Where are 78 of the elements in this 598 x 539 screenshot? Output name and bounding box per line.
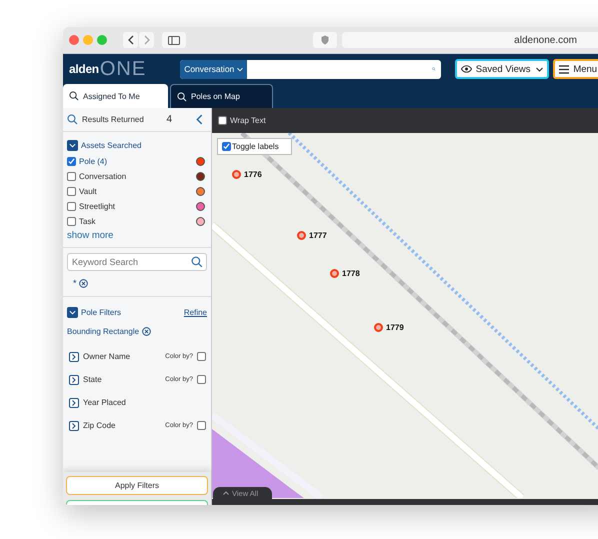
shield-button[interactable] xyxy=(313,32,337,48)
filter-label: Year Placed xyxy=(83,398,126,407)
checkbox[interactable] xyxy=(67,172,76,181)
expand-toggle[interactable] xyxy=(69,420,79,430)
asset-label: Streetlight xyxy=(79,202,116,211)
pole-marker-icon[interactable] xyxy=(330,269,339,278)
tab[interactable]: Assigned To Me xyxy=(63,84,168,108)
menu-icon xyxy=(559,64,570,74)
chevron-right-icon xyxy=(72,422,76,428)
shield-icon xyxy=(321,35,329,45)
keyword-label: * xyxy=(73,278,77,288)
close-icon[interactable] xyxy=(69,35,79,45)
results-count: 4 xyxy=(166,114,172,125)
clear-icon[interactable] xyxy=(78,278,88,288)
checkbox[interactable] xyxy=(67,202,76,211)
search-icon xyxy=(177,92,187,102)
asset-label: Vault xyxy=(79,187,97,196)
results-label: Results Returned xyxy=(82,115,144,124)
chevron-right-icon xyxy=(72,400,76,406)
results-icon xyxy=(67,114,78,125)
eye-icon xyxy=(460,65,472,73)
clear-icon[interactable] xyxy=(142,327,152,336)
checkbox[interactable] xyxy=(67,157,76,166)
asset-label: Pole (4) xyxy=(79,157,108,166)
refine-link[interactable]: Refine xyxy=(184,308,207,316)
back-button[interactable] xyxy=(123,32,138,48)
tab[interactable]: Poles on Map xyxy=(170,84,273,108)
chevron-up-icon xyxy=(223,491,229,495)
search-icon xyxy=(191,256,203,268)
checkbox[interactable] xyxy=(197,352,206,361)
checkbox[interactable] xyxy=(197,375,206,384)
asset-label: Task xyxy=(79,217,96,226)
filter-label: Zip Code xyxy=(83,421,116,430)
asset-label: Conversation xyxy=(79,172,126,181)
menu-button[interactable]: Menu xyxy=(553,59,598,79)
filter-label: Owner Name xyxy=(83,352,130,361)
marker-label: 1777 xyxy=(309,231,327,240)
expand-toggle[interactable] xyxy=(67,306,78,318)
pole-marker-icon[interactable] xyxy=(374,323,383,332)
section-title: Pole Filters xyxy=(81,308,122,316)
sidebar-toggle-button[interactable] xyxy=(162,32,186,48)
sidebar-icon xyxy=(168,36,180,44)
expand-toggle[interactable] xyxy=(67,140,78,150)
apply-filters-button[interactable]: Apply Filters xyxy=(66,476,208,495)
checkbox[interactable] xyxy=(222,142,231,151)
keyword-search-field[interactable]: Keyword Search xyxy=(67,253,207,271)
checkbox[interactable] xyxy=(197,421,206,430)
chevron-down-icon xyxy=(536,66,544,72)
checkbox[interactable] xyxy=(218,116,227,125)
section-title: Assets Searched xyxy=(81,140,142,150)
chevron-right-icon xyxy=(72,376,76,382)
expand-toggle[interactable] xyxy=(69,374,79,384)
chevron-right-icon xyxy=(72,354,76,360)
checkbox[interactable] xyxy=(67,217,76,226)
bounding-filter-label: Bounding Rectangle xyxy=(67,327,140,336)
collapse-icon[interactable] xyxy=(194,114,205,125)
filter-label: State xyxy=(83,375,102,384)
checkbox[interactable] xyxy=(67,187,76,196)
pole-marker-icon[interactable] xyxy=(232,170,241,179)
back-icon xyxy=(126,35,134,45)
marker-label: 1778 xyxy=(342,269,360,278)
forward-icon xyxy=(142,35,150,45)
expand-toggle[interactable] xyxy=(69,398,79,408)
chevron-down-icon xyxy=(237,66,244,72)
pole-marker-icon[interactable] xyxy=(297,231,306,240)
chevron-icon xyxy=(69,142,76,148)
scope-dropdown[interactable]: Conversation xyxy=(180,60,248,78)
toggle-labels-control[interactable]: Toggle labels xyxy=(217,138,292,155)
marker-label: 1779 xyxy=(386,323,404,332)
wrap-text-label: Wrap Text xyxy=(230,116,266,125)
show-more-link[interactable]: show more xyxy=(67,230,114,241)
address-bar[interactable]: aldenone.com xyxy=(342,32,598,48)
expand-toggle[interactable] xyxy=(69,352,79,362)
marker-label: 1776 xyxy=(244,170,262,179)
app-logo: aldenONE xyxy=(69,58,146,80)
search-icon xyxy=(69,91,79,101)
saved-views-dropdown[interactable]: Saved Views xyxy=(454,59,550,79)
chevron-icon xyxy=(69,310,76,314)
